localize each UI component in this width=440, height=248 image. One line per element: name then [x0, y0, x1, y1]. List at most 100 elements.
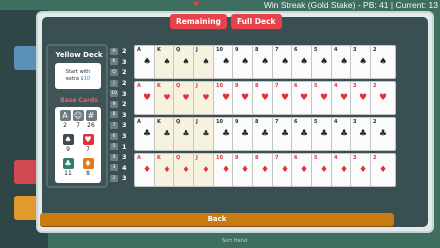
rank-label: Q [110, 68, 118, 76]
rank-label: 5 [110, 143, 118, 151]
card-rank: 3 [353, 155, 357, 161]
card-rank: 8 [255, 119, 259, 125]
rank-count: 1 [122, 142, 127, 151]
playing-card[interactable]: 2 ♣ [370, 117, 396, 151]
card-rank: K [157, 47, 161, 53]
tab-remaining[interactable]: Remaining [170, 14, 227, 29]
card-rank: Q [176, 83, 181, 89]
card-rank: 3 [353, 47, 357, 53]
diamonds-count: ♦ 8 [82, 158, 94, 177]
card-rank: 4 [334, 155, 338, 161]
rank-label: 3 [110, 164, 118, 172]
rank-row: 92 [110, 99, 132, 110]
card-rank: A [137, 47, 141, 53]
card-rank: J [196, 47, 198, 53]
card-rank: 7 [275, 47, 279, 53]
card-rank: 4 [334, 119, 338, 125]
rank-count: 3 [122, 57, 127, 66]
rank-row: 23 [110, 173, 132, 184]
rank-row: J2 [110, 78, 132, 89]
card-rank: 9 [235, 47, 239, 53]
rank-row: Q2 [110, 67, 132, 78]
spade-icon: ♠ [378, 57, 388, 67]
playing-card[interactable]: 2 ♦ [370, 153, 396, 187]
base-cards-box: A 2 ☺ 7 # 26 ♠ 9 ♥ 7 ♣ 11 ♦ 8 [55, 107, 101, 183]
playing-card[interactable]: 2 ♠ [370, 45, 396, 79]
card-rank: K [157, 83, 161, 89]
rank-label: A [110, 47, 118, 55]
card-rank: 6 [294, 155, 298, 161]
card-rank: K [157, 119, 161, 125]
card-rank: 6 [294, 119, 298, 125]
card-rank: 3 [353, 83, 357, 89]
rank-row: 73 [110, 120, 132, 131]
card-rank: Q [176, 119, 181, 125]
rank-label: 2 [110, 174, 118, 182]
hearts-count: ♥ 7 [82, 134, 94, 153]
card-rank: 9 [235, 83, 239, 89]
spade-icon: ♠ [62, 134, 74, 145]
rank-row: 43 [110, 152, 132, 163]
rank-row: 51 [110, 141, 132, 152]
diamond-icon: ♦ [378, 165, 388, 175]
card-rank: 7 [275, 155, 279, 161]
rank-count: 3 [122, 121, 127, 130]
rank-label: K [110, 58, 118, 66]
card-rank: 5 [314, 83, 318, 89]
rank-row: 63 [110, 131, 132, 142]
card-rank: 5 [314, 47, 318, 53]
heart-icon: ♥ [378, 93, 388, 103]
rank-row: 83 [110, 110, 132, 121]
rank-count: 2 [122, 47, 127, 56]
rank-count: 2 [122, 100, 127, 109]
card-rank: 2 [373, 155, 377, 161]
card-rank: 8 [255, 83, 259, 89]
tab-indicator-icon [193, 2, 199, 7]
money-amount: $10 [80, 76, 91, 82]
card-rank: 2 [373, 119, 377, 125]
card-rank: Q [176, 47, 181, 53]
heart-icon: ♥ [82, 134, 94, 145]
card-rank: 8 [255, 47, 259, 53]
card-rank: A [137, 119, 141, 125]
card-rank: 8 [255, 155, 259, 161]
sort-hand-label: Sort Hand [222, 238, 248, 244]
diamond-icon: ♦ [82, 158, 94, 169]
card-rank: 10 [216, 83, 223, 89]
rank-count: 3 [122, 110, 127, 119]
card-rank: J [196, 83, 198, 89]
rank-row: A2 [110, 46, 132, 57]
card-rank: 7 [275, 83, 279, 89]
rank-label: 10 [110, 90, 118, 98]
card-rank: 6 [294, 83, 298, 89]
card-rank: 7 [275, 119, 279, 125]
card-rank: J [196, 119, 198, 125]
card-rank: 9 [235, 119, 239, 125]
playing-card[interactable]: 2 ♥ [370, 81, 396, 115]
rank-row: 10 3 [110, 88, 132, 99]
rank-row: K3 [110, 57, 132, 68]
card-rank: 4 [334, 47, 338, 53]
rank-count: 3 [122, 89, 127, 98]
back-button[interactable]: Back [40, 213, 394, 226]
numbers-count: # 26 [85, 110, 97, 129]
card-rank: 9 [235, 155, 239, 161]
card-rank: 4 [334, 83, 338, 89]
tab-full-deck[interactable]: Full Deck [230, 14, 282, 29]
card-rank: 2 [373, 83, 377, 89]
rank-label: 4 [110, 153, 118, 161]
deck-tabs: Remaining Full Deck [170, 14, 282, 29]
base-cards-label: Base Cards [60, 97, 98, 104]
card-rank: A [137, 83, 141, 89]
card-rank: 5 [314, 155, 318, 161]
rank-count: 2 [122, 79, 127, 88]
rank-count: 3 [122, 153, 127, 162]
card-rank: 10 [216, 119, 223, 125]
rank-count: 4 [122, 163, 127, 172]
rank-label: 6 [110, 132, 118, 140]
card-rank: 6 [294, 47, 298, 53]
rank-count: 3 [122, 174, 127, 183]
card-rank: Q [176, 155, 181, 161]
deck-description: Start with extra $10 [55, 63, 101, 89]
spades-count: ♠ 9 [62, 134, 74, 153]
